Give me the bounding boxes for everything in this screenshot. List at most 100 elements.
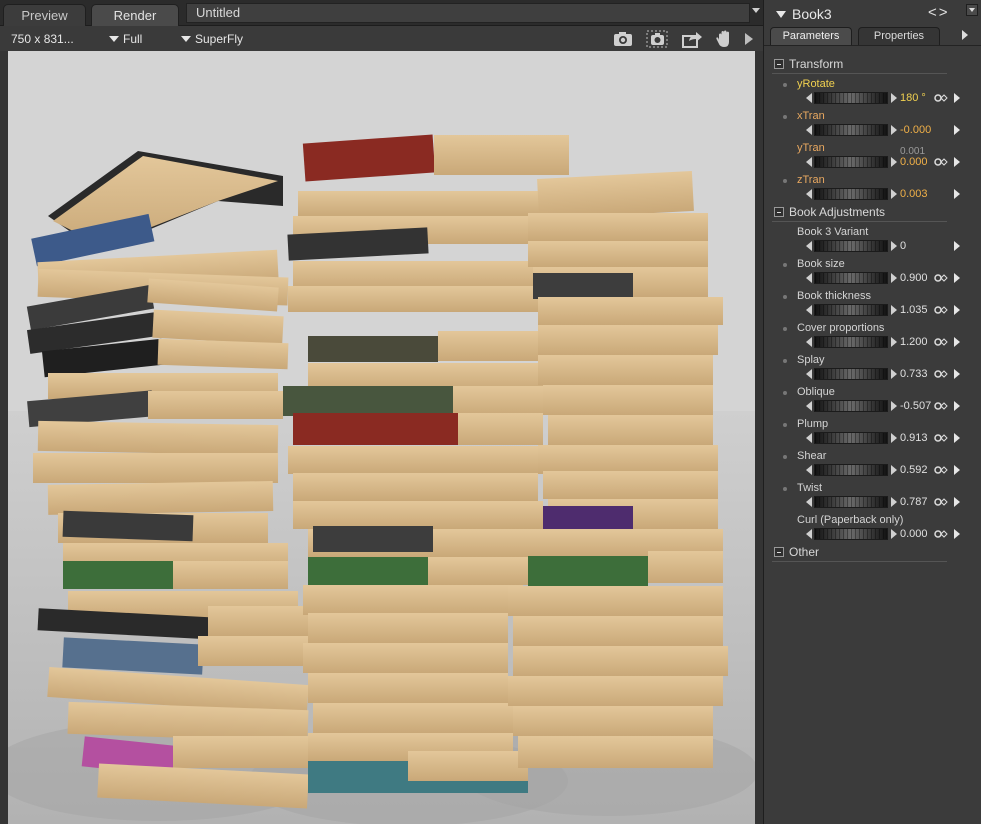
increment-arrow-icon[interactable] — [891, 337, 897, 347]
keyframe-icon[interactable] — [934, 433, 950, 443]
decrement-arrow-icon[interactable] — [806, 241, 812, 251]
decrement-arrow-icon[interactable] — [806, 273, 812, 283]
tab-render[interactable]: Render — [91, 4, 179, 26]
decrement-arrow-icon[interactable] — [806, 337, 812, 347]
tab-parameters[interactable]: Parameters — [770, 27, 852, 45]
tab-preview[interactable]: Preview — [3, 4, 86, 26]
increment-arrow-icon[interactable] — [891, 433, 897, 443]
increment-arrow-icon[interactable] — [891, 125, 897, 135]
param-slider[interactable] — [814, 464, 888, 476]
tab-scroll-arrow-icon[interactable] — [962, 30, 968, 40]
collapse-icon[interactable] — [774, 207, 784, 217]
keyframe-icon[interactable] — [934, 305, 950, 315]
increment-arrow-icon[interactable] — [891, 401, 897, 411]
increment-arrow-icon[interactable] — [891, 465, 897, 475]
decrement-arrow-icon[interactable] — [806, 497, 812, 507]
param-slider[interactable] — [814, 496, 888, 508]
param-value[interactable]: -0.507 — [900, 400, 931, 412]
camera-dashed-icon[interactable] — [646, 30, 668, 48]
param-menu-arrow-icon[interactable] — [954, 273, 960, 283]
node-nav-arrows-icon[interactable]: <> — [928, 4, 950, 21]
decrement-arrow-icon[interactable] — [806, 125, 812, 135]
keyframe-icon[interactable] — [934, 465, 950, 475]
param-slider[interactable] — [814, 400, 888, 412]
section-other[interactable]: Other — [772, 544, 947, 562]
keyframe-icon[interactable] — [934, 273, 950, 283]
param-value[interactable]: 0 — [900, 240, 906, 252]
decrement-arrow-icon[interactable] — [806, 529, 812, 539]
decrement-arrow-icon[interactable] — [806, 433, 812, 443]
keyframe-icon[interactable] — [934, 497, 950, 507]
param-value[interactable]: 180 ° — [900, 92, 926, 104]
selected-node-title[interactable]: Book3 — [776, 6, 832, 22]
param-menu-arrow-icon[interactable] — [954, 241, 960, 251]
param-slider[interactable] — [814, 124, 888, 136]
param-menu-arrow-icon[interactable] — [954, 433, 960, 443]
param-slider[interactable] — [814, 272, 888, 284]
param-menu-arrow-icon[interactable] — [954, 369, 960, 379]
decrement-arrow-icon[interactable] — [806, 157, 812, 167]
render-viewport[interactable] — [8, 51, 755, 824]
param-menu-arrow-icon[interactable] — [954, 337, 960, 347]
resolution-label[interactable]: 750 x 831... — [11, 32, 74, 46]
decrement-arrow-icon[interactable] — [806, 189, 812, 199]
param-slider[interactable] — [814, 528, 888, 540]
param-menu-arrow-icon[interactable] — [954, 497, 960, 507]
param-value[interactable]: 0.787 — [900, 496, 928, 508]
decrement-arrow-icon[interactable] — [806, 305, 812, 315]
increment-arrow-icon[interactable] — [891, 241, 897, 251]
param-menu-arrow-icon[interactable] — [954, 465, 960, 475]
collapse-icon[interactable] — [774, 59, 784, 69]
param-value[interactable]: 0.913 — [900, 432, 928, 444]
size-mode-dropdown[interactable]: Full — [109, 32, 142, 46]
param-slider[interactable] — [814, 188, 888, 200]
section-transform[interactable]: Transform — [772, 56, 947, 74]
increment-arrow-icon[interactable] — [891, 529, 897, 539]
param-slider[interactable] — [814, 240, 888, 252]
decrement-arrow-icon[interactable] — [806, 401, 812, 411]
param-menu-arrow-icon[interactable] — [954, 189, 960, 199]
param-menu-arrow-icon[interactable] — [954, 125, 960, 135]
increment-arrow-icon[interactable] — [891, 157, 897, 167]
param-value[interactable]: 1.200 — [900, 336, 928, 348]
increment-arrow-icon[interactable] — [891, 273, 897, 283]
param-value[interactable]: 0.000 — [900, 156, 928, 168]
section-book-adjustments[interactable]: Book Adjustments — [772, 204, 947, 222]
camera-icon[interactable] — [612, 30, 634, 48]
render-engine-dropdown[interactable]: SuperFly — [181, 32, 243, 46]
hand-icon[interactable] — [714, 30, 736, 48]
param-menu-arrow-icon[interactable] — [954, 401, 960, 411]
increment-arrow-icon[interactable] — [891, 93, 897, 103]
tab-properties[interactable]: Properties — [858, 27, 940, 45]
param-value[interactable]: 1.035 — [900, 304, 928, 316]
keyframe-icon[interactable] — [934, 157, 950, 167]
param-slider[interactable] — [814, 304, 888, 316]
keyframe-icon[interactable] — [934, 401, 950, 411]
menu-arrow-icon[interactable] — [742, 30, 756, 48]
param-value[interactable]: -0.000 — [900, 124, 931, 136]
increment-arrow-icon[interactable] — [891, 369, 897, 379]
keyframe-icon[interactable] — [934, 369, 950, 379]
document-title[interactable]: Untitled — [186, 3, 750, 23]
param-menu-arrow-icon[interactable] — [954, 157, 960, 167]
tab-menu-icon[interactable] — [751, 4, 761, 18]
panel-splitter[interactable] — [763, 450, 769, 470]
decrement-arrow-icon[interactable] — [806, 465, 812, 475]
increment-arrow-icon[interactable] — [891, 189, 897, 199]
increment-arrow-icon[interactable] — [891, 305, 897, 315]
param-slider[interactable] — [814, 432, 888, 444]
keyframe-icon[interactable] — [934, 93, 950, 103]
keyframe-icon[interactable] — [934, 529, 950, 539]
share-icon[interactable] — [681, 30, 703, 48]
keyframe-icon[interactable] — [934, 337, 950, 347]
param-slider[interactable] — [814, 336, 888, 348]
param-menu-arrow-icon[interactable] — [954, 305, 960, 315]
param-value[interactable]: 0.733 — [900, 368, 928, 380]
collapse-icon[interactable] — [774, 547, 784, 557]
param-slider[interactable] — [814, 368, 888, 380]
increment-arrow-icon[interactable] — [891, 497, 897, 507]
param-value[interactable]: 0.000 — [900, 528, 928, 540]
decrement-arrow-icon[interactable] — [806, 93, 812, 103]
panel-menu-icon[interactable] — [966, 4, 978, 16]
param-menu-arrow-icon[interactable] — [954, 93, 960, 103]
